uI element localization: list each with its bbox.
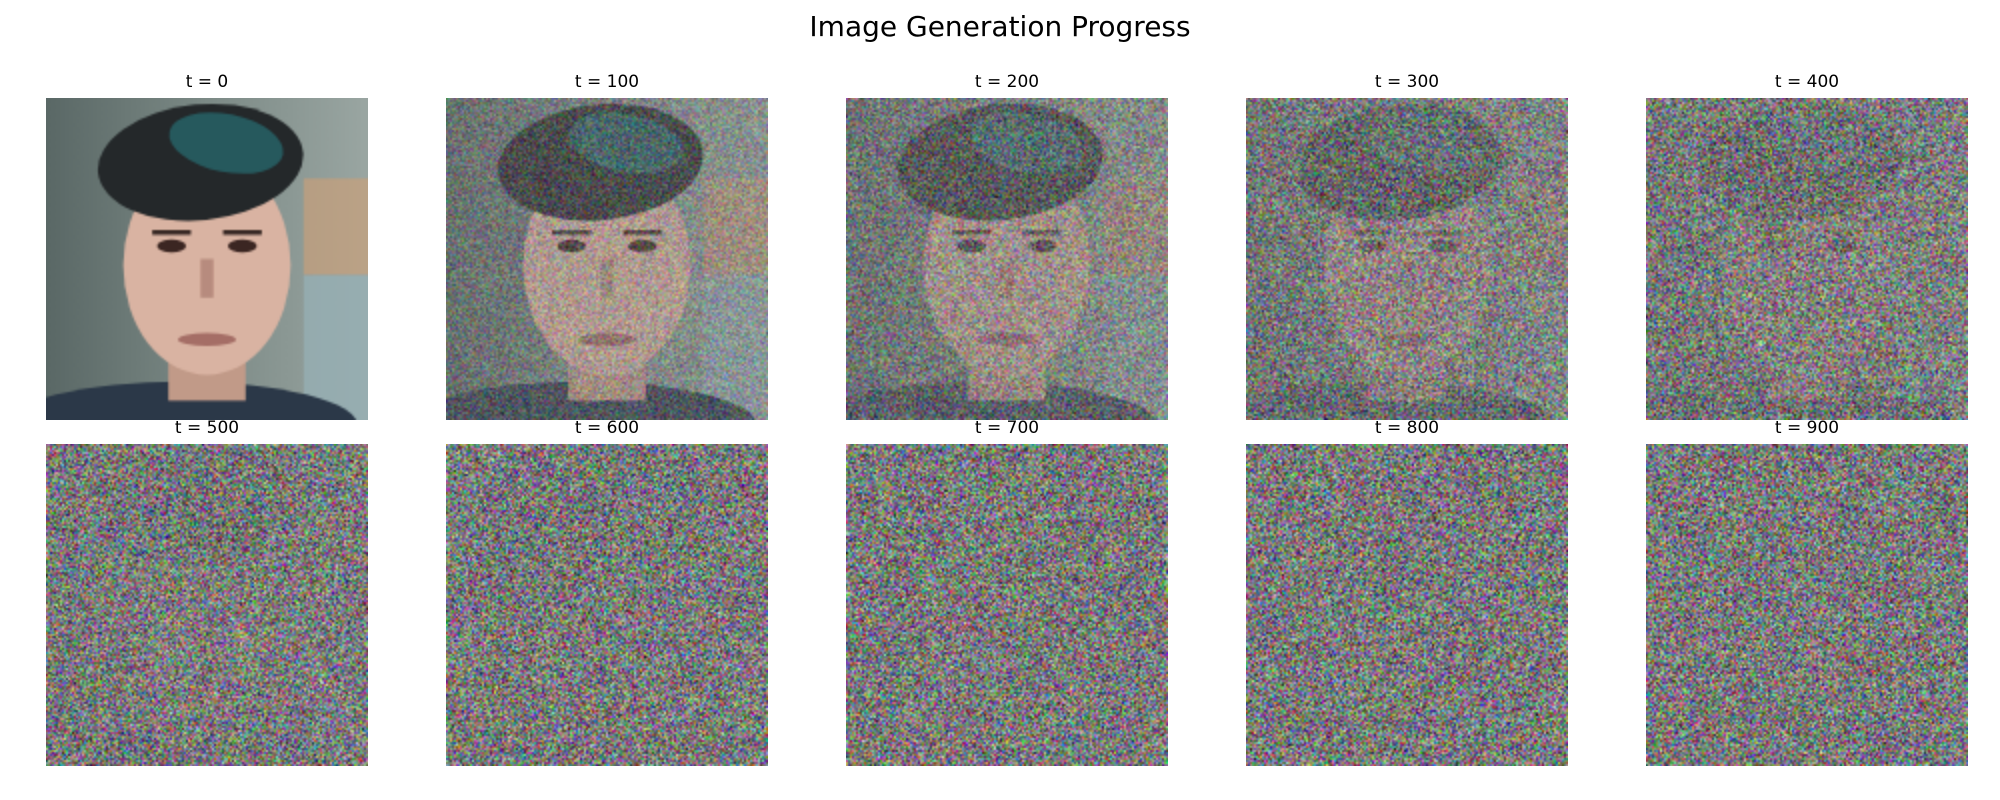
image-panel: t = 300 <box>1246 72 1568 422</box>
noisy-image <box>1246 444 1568 766</box>
noisy-image <box>446 98 768 420</box>
noisy-image <box>1646 98 1968 420</box>
image-panel: t = 500 <box>46 418 368 768</box>
panel-title: t = 400 <box>1774 72 1840 92</box>
panel-title: t = 200 <box>974 72 1040 92</box>
panel-title: t = 100 <box>574 72 640 92</box>
noisy-image <box>46 444 368 766</box>
noisy-image <box>1646 444 1968 766</box>
image-panel: t = 0 <box>46 72 368 422</box>
figure-title: Image Generation Progress <box>809 10 1191 43</box>
image-panel: t = 700 <box>846 418 1168 768</box>
panel-title: t = 300 <box>1374 72 1440 92</box>
noisy-image <box>1246 98 1568 420</box>
panel-title: t = 700 <box>974 418 1040 438</box>
panel-title: t = 0 <box>185 72 229 92</box>
panel-title: t = 500 <box>174 418 240 438</box>
image-panel: t = 100 <box>446 72 768 422</box>
noisy-image <box>846 98 1168 420</box>
panel-title: t = 800 <box>1374 418 1440 438</box>
image-panel: t = 900 <box>1646 418 1968 768</box>
image-panel: t = 600 <box>446 418 768 768</box>
image-panel: t = 400 <box>1646 72 1968 422</box>
image-panel: t = 200 <box>846 72 1168 422</box>
panel-title: t = 600 <box>574 418 640 438</box>
face-image <box>46 98 368 420</box>
image-panel: t = 800 <box>1246 418 1568 768</box>
noisy-image <box>846 444 1168 766</box>
panel-title: t = 900 <box>1774 418 1840 438</box>
noisy-image <box>446 444 768 766</box>
